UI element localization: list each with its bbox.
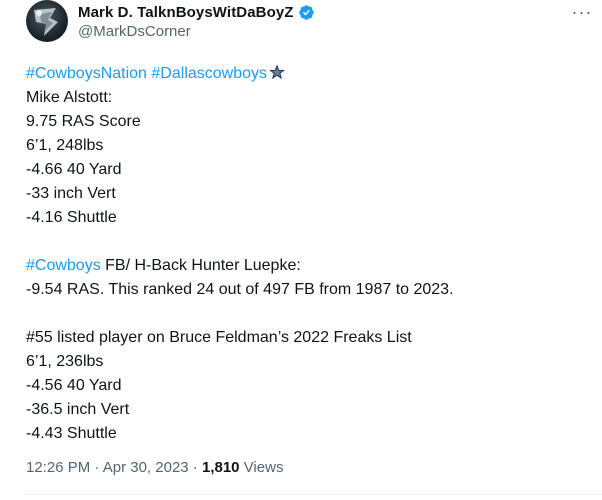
tweet-time[interactable]: 12:26 PM xyxy=(26,459,90,476)
hashtag-cowboysnation[interactable]: #CowboysNation xyxy=(26,65,147,82)
author-display-name[interactable]: Mark D. TalknBoysWitDaBoyZ xyxy=(78,4,294,21)
text-line: Mike Alstott: xyxy=(26,89,113,106)
text-line: -4.43 Shuttle xyxy=(26,425,117,442)
hashtag-dallascowboys[interactable]: #Dallascowboys xyxy=(151,65,267,82)
meta-separator: · xyxy=(90,459,103,476)
author-name-row: Mark D. TalknBoysWitDaBoyZ xyxy=(78,2,315,22)
text-line: -4.66 40 Yard xyxy=(26,161,122,178)
text-line: -9.54 RAS. This ranked 24 out of 497 FB … xyxy=(26,281,454,298)
hashtag-line: #CowboysNation #Dallascowboys xyxy=(26,62,586,86)
text-fragment: FB/ H-Back Hunter Luepke: xyxy=(100,257,301,274)
views-count: 1,810 xyxy=(201,459,240,476)
meta-separator: · xyxy=(188,459,202,476)
tweet-meta: 12:26 PM · Apr 30, 2023 · 1,810 Views xyxy=(26,459,283,476)
tweet-date[interactable]: Apr 30, 2023 xyxy=(103,459,189,476)
text-line: -33 inch Vert xyxy=(26,185,116,202)
more-options-icon[interactable]: ··· xyxy=(570,2,594,22)
tweet: Mark D. TalknBoysWitDaBoyZ @MarkDsCorner… xyxy=(0,0,602,500)
avatar[interactable] xyxy=(26,0,68,42)
verified-badge-icon xyxy=(298,4,315,21)
star-icon xyxy=(268,63,286,81)
text-line: -4.56 40 Yard xyxy=(26,377,122,394)
text-line: -4.16 Shuttle xyxy=(26,209,117,226)
avatar-image xyxy=(34,8,58,36)
text-line: 9.75 RAS Score xyxy=(26,113,141,130)
text-line: -36.5 inch Vert xyxy=(26,401,130,418)
text-line: 6’1, 248lbs xyxy=(26,137,104,154)
tweet-text: #CowboysNation #Dallascowboys Mike Alsto… xyxy=(26,62,586,446)
text-line: #Cowboys FB/ H-Back Hunter Luepke: xyxy=(26,254,586,278)
views-label: Views xyxy=(239,459,284,476)
hashtag-cowboys[interactable]: #Cowboys xyxy=(26,257,101,274)
divider xyxy=(26,494,602,495)
text-line: 6’1, 236lbs xyxy=(26,353,104,370)
text-line: #55 listed player on Bruce Feldman’s 202… xyxy=(26,329,412,346)
author-handle[interactable]: @MarkDsCorner xyxy=(78,23,191,40)
